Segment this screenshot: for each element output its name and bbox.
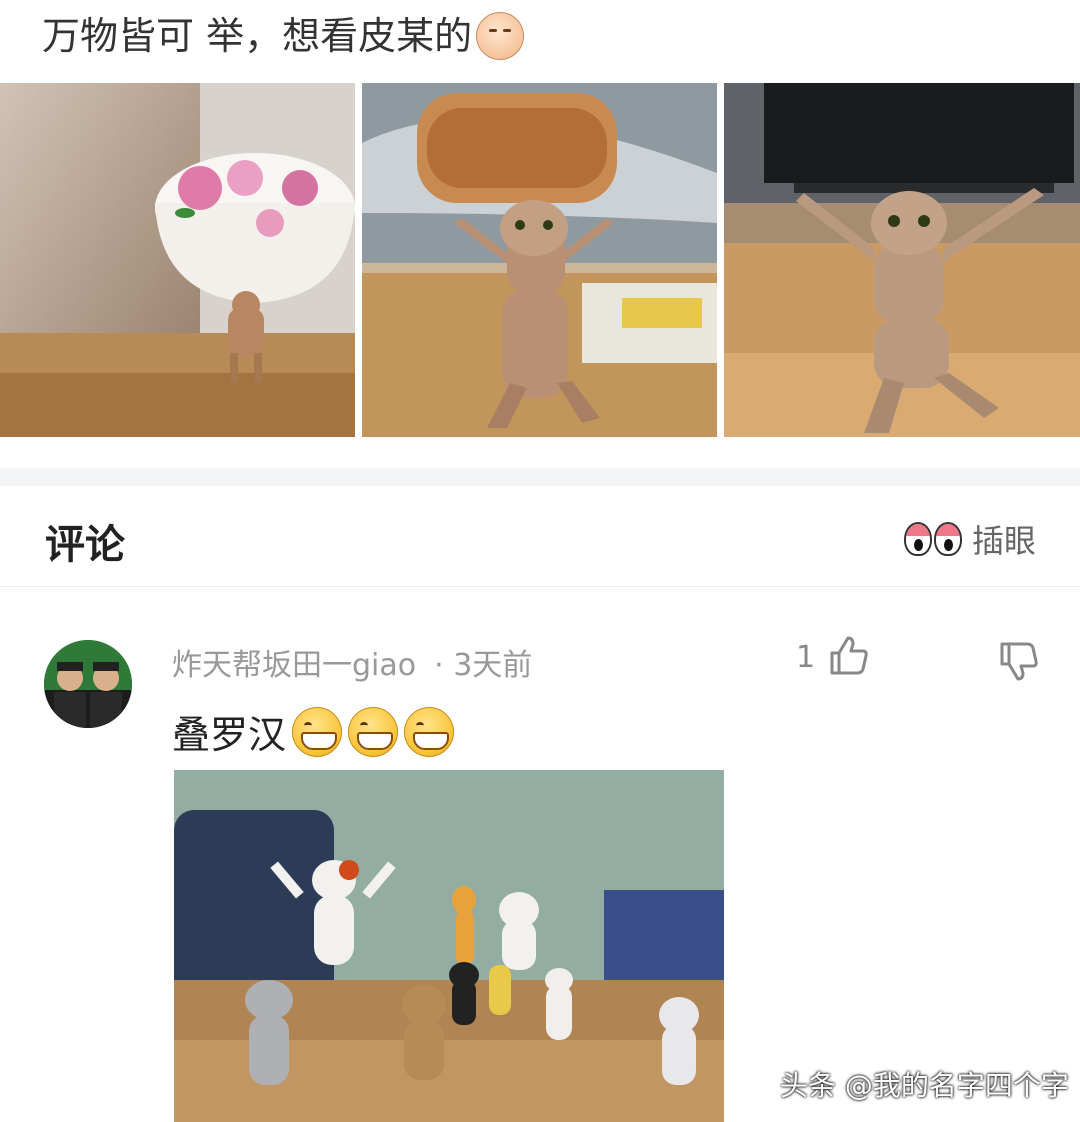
photo-grid: [0, 83, 1080, 437]
comment-username[interactable]: 炸天帮坂田一giao: [172, 640, 416, 684]
grin-emoji-icon: [348, 706, 399, 757]
comment-time: · 3天前: [434, 648, 533, 683]
peek-button[interactable]: 插眼: [903, 516, 1036, 562]
comment-image[interactable]: [174, 770, 724, 1122]
grin-emoji-icon: [292, 706, 343, 757]
grin-emoji-icon: [404, 706, 455, 757]
thumbs-up-icon[interactable]: [826, 633, 870, 677]
eyes-icon: [903, 522, 962, 556]
smirk-face-emoji-icon: [476, 12, 525, 60]
comment-text-content: 叠罗汉: [172, 713, 287, 757]
post-text-content: 万物皆可 举，想看皮某的: [42, 14, 473, 58]
section-divider: [0, 468, 1080, 486]
thumbs-down-icon[interactable]: [996, 640, 1040, 684]
peek-label: 插眼: [971, 522, 1036, 560]
photo-bowl[interactable]: [0, 83, 355, 437]
comments-header: 评论 插眼: [0, 486, 1080, 587]
post-text: 万物皆可 举，想看皮某的: [42, 10, 525, 62]
like-count: 1: [796, 640, 816, 675]
comment-meta: 炸天帮坂田一giao · 3天前: [172, 640, 532, 684]
comments-title: 评论: [45, 522, 125, 568]
avatar[interactable]: [44, 640, 132, 728]
photo-black-box[interactable]: [724, 83, 1080, 437]
photo-mooncake[interactable]: [362, 83, 717, 437]
watermark: 头条 @我的名字四个字: [780, 1069, 1069, 1102]
comment-text: 叠罗汉: [172, 704, 455, 759]
